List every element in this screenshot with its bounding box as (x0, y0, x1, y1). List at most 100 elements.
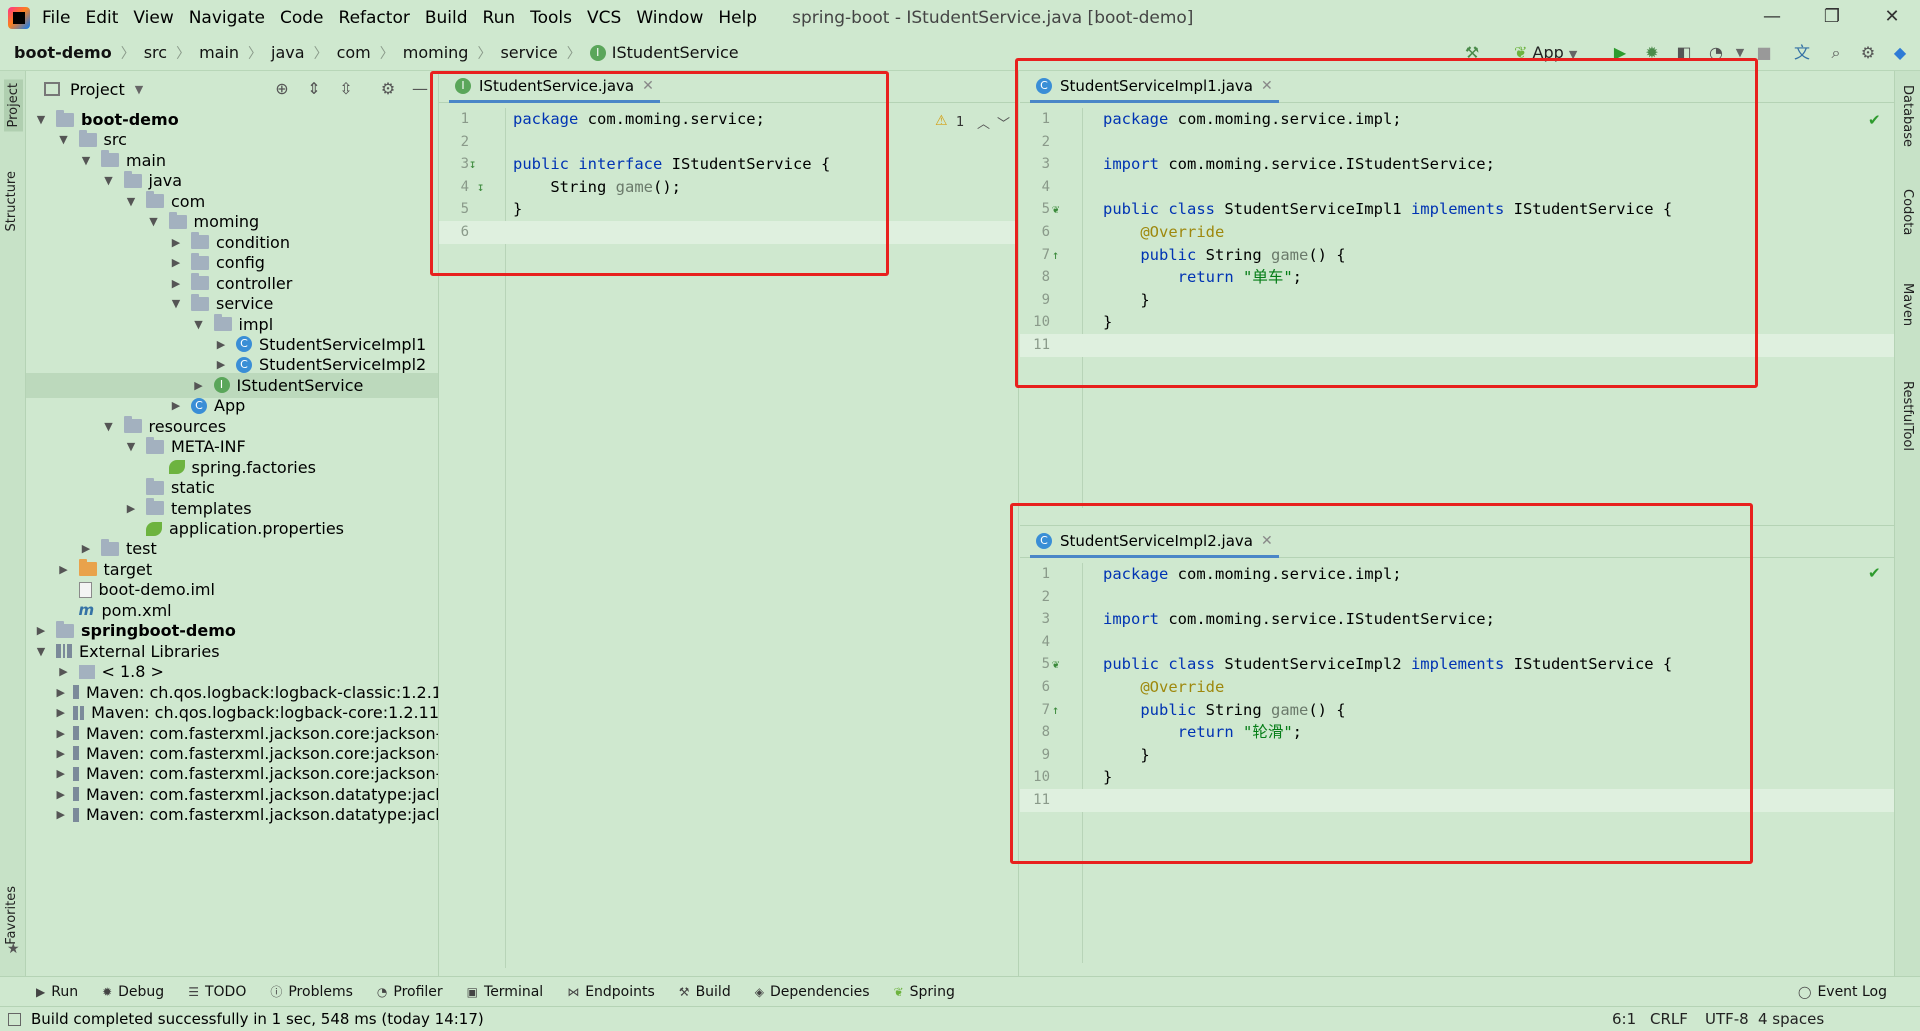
code-area[interactable]: 1 package com.moming.service.impl; 2 3 impor… (1020, 108, 1894, 508)
chevron-right-icon[interactable]: ▶ (57, 767, 65, 780)
chevron-right-icon[interactable]: ▶ (169, 256, 183, 269)
chevron-down-icon[interactable]: ▼ (102, 420, 116, 433)
chevron-down-icon[interactable]: ▼ (169, 297, 183, 310)
code-line[interactable]: 4 ↧ String game(); (439, 176, 1018, 199)
tab-studentserviceimpl2[interactable]: C StudentServiceImpl2.java ✕ (1030, 526, 1279, 558)
chevron-right-icon[interactable]: ▶ (169, 236, 183, 249)
code-area[interactable]: 1 package com.moming.service; 2 3 ↧ public in… (439, 108, 1018, 968)
status-message[interactable]: Build completed successfully in 1 sec, 5… (31, 1010, 484, 1028)
code-line[interactable]: 5} (439, 198, 1018, 221)
menu-code[interactable]: Code (280, 8, 324, 28)
code-line[interactable]: 5 ❦ public class StudentServiceImpl2 imple… (1020, 653, 1894, 676)
tool-problems[interactable]: ⓘ Problems (270, 983, 353, 1000)
chevron-down-icon[interactable]: ▼ (124, 195, 138, 208)
tool-tab-structure[interactable]: Structure (4, 171, 19, 231)
menu-vcs[interactable]: VCS (587, 8, 621, 28)
code-line[interactable]: 11 (1020, 334, 1894, 357)
chevron-down-icon[interactable]: ▼ (147, 215, 161, 228)
tool-todo[interactable]: ☰ TODO (188, 984, 246, 1000)
next-highlight-icon[interactable]: ﹀ (997, 113, 1010, 132)
line-separator[interactable]: CRLF (1650, 1010, 1688, 1028)
restore-button[interactable]: ❐ (1810, 4, 1854, 30)
chevron-down-icon[interactable]: ▼ (102, 174, 116, 187)
tool-terminal[interactable]: ▣ Terminal (467, 984, 544, 1000)
code-line[interactable]: 4 (1020, 176, 1894, 199)
editor-studentserviceimpl2[interactable]: C StudentServiceImpl2.java ✕ 1 package co… (1020, 525, 1894, 976)
tool-tab-project[interactable]: Project (4, 79, 23, 132)
chevron-down-icon[interactable]: ▼ (34, 113, 48, 126)
code-line[interactable]: 2 (439, 131, 1018, 154)
breadcrumb-boot-demo[interactable]: boot-demo (14, 43, 112, 62)
indent-setting[interactable]: 4 spaces (1758, 1010, 1824, 1028)
close-tab-icon[interactable]: ✕ (1261, 533, 1273, 549)
code-area[interactable]: 1 package com.moming.service.impl; 2 3 impor… (1020, 563, 1894, 963)
close-tab-icon[interactable]: ✕ (642, 78, 654, 94)
code-line[interactable]: 9 } (1020, 289, 1894, 312)
plugin-icon[interactable]: ◆ (1890, 43, 1910, 63)
tree-item[interactable]: ▶ Maven: com.fasterxml.jackson.datatype:j… (26, 802, 439, 827)
chevron-down-icon[interactable]: ▼ (57, 133, 71, 146)
tool-endpoints[interactable]: ⋈ Endpoints (567, 984, 655, 1000)
settings-gear-icon[interactable]: ⚙ (1858, 43, 1878, 63)
menu-refactor[interactable]: Refactor (339, 8, 410, 28)
code-line[interactable]: 8 return "单车"; (1020, 266, 1894, 289)
implemented-icon[interactable]: ↧ (469, 153, 476, 176)
code-line[interactable]: 8 return "轮滑"; (1020, 721, 1894, 744)
caret-position[interactable]: 6:1 (1612, 1010, 1636, 1028)
chevron-right-icon[interactable]: ▶ (57, 788, 65, 801)
coverage-icon[interactable]: ◧ (1674, 43, 1694, 63)
code-line[interactable]: 11 (1020, 789, 1894, 812)
tool-profiler[interactable]: ◔ Profiler (377, 984, 443, 1000)
hide-panel-icon[interactable]: — (410, 79, 430, 99)
menu-window[interactable]: Window (636, 8, 703, 28)
chevron-right-icon[interactable]: ▶ (57, 665, 71, 678)
close-tab-icon[interactable]: ✕ (1261, 78, 1273, 94)
menu-file[interactable]: File (42, 8, 70, 28)
chevron-right-icon[interactable]: ▶ (169, 277, 183, 290)
code-line[interactable]: 1 package com.moming.service.impl; (1020, 108, 1894, 131)
status-toggle-icon[interactable] (8, 1012, 21, 1026)
code-line[interactable]: 6 (439, 221, 1018, 244)
chevron-down-icon[interactable]: ▼ (1730, 43, 1750, 63)
chevron-down-icon[interactable]: ▼ (34, 645, 48, 658)
implemented-icon[interactable]: ↧ (477, 176, 484, 199)
collapse-all-icon[interactable]: ⇳ (336, 79, 356, 99)
search-icon[interactable]: ⌕ (1826, 43, 1846, 63)
chevron-right-icon[interactable]: ▶ (57, 563, 71, 576)
code-line[interactable]: 6 @Override (1020, 676, 1894, 699)
tool-dependencies[interactable]: ◈ Dependencies (755, 984, 870, 1000)
code-line[interactable]: 10} (1020, 766, 1894, 789)
tab-studentserviceimpl1[interactable]: C StudentServiceImpl1.java ✕ (1030, 71, 1279, 103)
menu-navigate[interactable]: Navigate (189, 8, 265, 28)
run-config-select[interactable]: ❦ App ▼ (1508, 43, 1583, 65)
chevron-right-icon[interactable]: ▶ (192, 379, 206, 392)
tool-tab-restfultool[interactable]: RestfulTool (1900, 381, 1915, 451)
editor-istudentservice[interactable]: I IStudentService.java ✕ 1 package com.mo… (439, 71, 1019, 976)
chevron-down-icon[interactable]: ▼ (192, 318, 206, 331)
tool-build[interactable]: ⚒ Build (679, 984, 731, 1000)
tool-event-log[interactable]: ◯ Event Log (1798, 984, 1887, 1000)
chevron-right-icon[interactable]: ▶ (57, 686, 65, 699)
menu-tools[interactable]: Tools (530, 8, 572, 28)
chevron-right-icon[interactable]: ▶ (57, 727, 65, 740)
chevron-right-icon[interactable]: ▶ (214, 358, 228, 371)
code-line[interactable]: 1 package com.moming.service; (439, 108, 1018, 131)
chevron-right-icon[interactable]: ▶ (214, 338, 228, 351)
chevron-right-icon[interactable]: ▶ (79, 542, 93, 555)
menu-help[interactable]: Help (718, 8, 757, 28)
overrides-icon[interactable]: ↑ (1052, 699, 1059, 722)
chevron-right-icon[interactable]: ▶ (169, 399, 183, 412)
spring-bean-icon[interactable]: ❦ (1052, 653, 1059, 676)
profile-icon[interactable]: ◔ (1706, 43, 1726, 63)
tool-debug[interactable]: ✹ Debug (102, 984, 164, 1000)
project-panel-title[interactable]: Project (70, 80, 125, 99)
code-line[interactable]: 2 (1020, 131, 1894, 154)
code-line[interactable]: 3 import com.moming.service.IStudentServi… (1020, 608, 1894, 631)
expand-all-icon[interactable]: ⇕ (304, 79, 324, 99)
chevron-right-icon[interactable]: ▶ (57, 706, 65, 719)
chevron-right-icon[interactable]: ▶ (34, 624, 48, 637)
menu-edit[interactable]: Edit (85, 8, 118, 28)
tool-run[interactable]: ▶ Run (36, 984, 78, 1000)
tab-istudentservice[interactable]: I IStudentService.java ✕ (449, 71, 660, 103)
code-line[interactable]: 2 (1020, 586, 1894, 609)
